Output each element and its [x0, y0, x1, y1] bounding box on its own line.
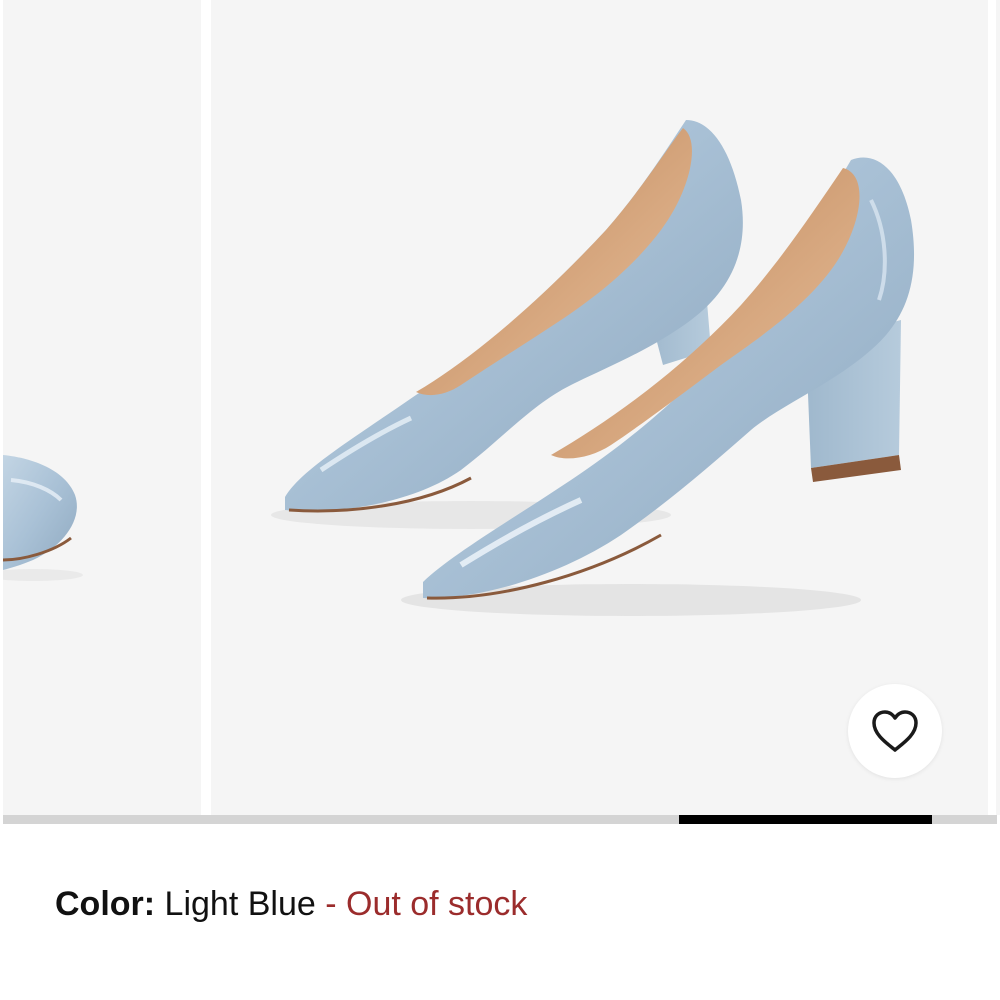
carousel-progress-indicator — [678, 815, 933, 824]
heart-outline-icon — [872, 710, 918, 752]
stock-status: Out of stock — [346, 885, 528, 923]
color-selection-info: Color: Light Blue - Out of stock — [55, 880, 527, 928]
color-label: Color: — [55, 885, 156, 923]
favorite-button[interactable] — [848, 684, 942, 778]
color-value: Light Blue — [164, 885, 316, 923]
stock-separator: - — [315, 885, 346, 923]
product-page: Color: Light Blue - Out of stock — [0, 0, 1000, 1000]
previous-product-image[interactable] — [3, 0, 201, 815]
carousel-progress-bar — [3, 815, 997, 824]
next-product-image[interactable] — [996, 0, 1000, 815]
product-image-carousel[interactable] — [0, 0, 1000, 815]
previous-shoe-toe-image — [3, 455, 83, 581]
